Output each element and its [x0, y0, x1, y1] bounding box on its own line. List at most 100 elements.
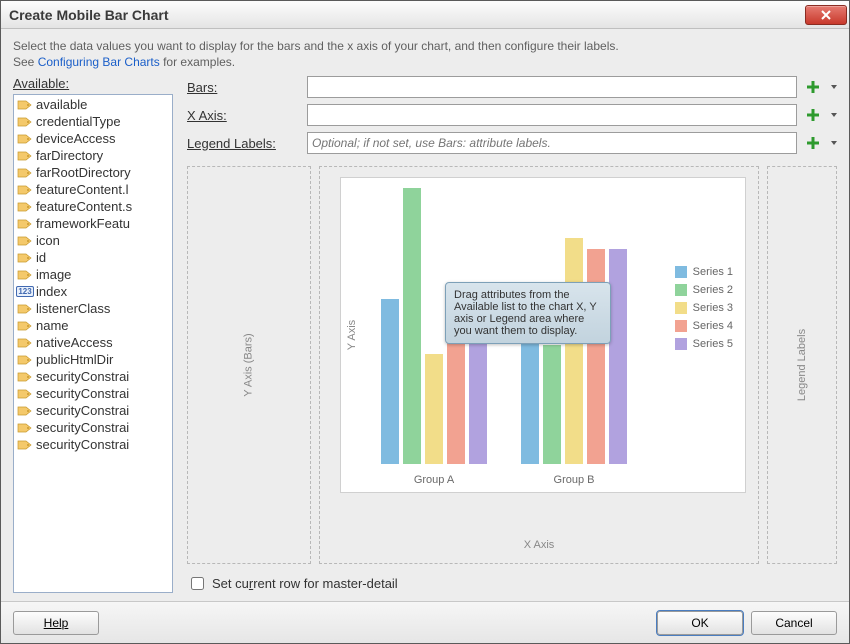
bars-row: Bars:	[187, 76, 837, 98]
list-item[interactable]: available	[14, 96, 172, 113]
legend-item: Series 4	[675, 320, 733, 332]
available-panel: Available: availablecredentialTypedevice…	[13, 76, 173, 593]
list-item-label: icon	[36, 233, 60, 248]
list-item-label: nativeAccess	[36, 335, 113, 350]
list-item[interactable]: securityConstrai	[14, 436, 172, 453]
dialog-footer: Help OK Cancel	[1, 601, 849, 643]
chart-dropzone[interactable]: Y Axis Group AGroup B Series 1Series 2Se…	[319, 166, 759, 564]
number-icon: 123	[17, 285, 33, 299]
chevron-down-icon[interactable]	[831, 141, 837, 145]
tag-icon	[17, 353, 33, 367]
legend-add-button[interactable]	[803, 133, 823, 153]
bar	[447, 340, 465, 464]
xaxis-label: X Axis:	[187, 108, 301, 123]
xaxis-add-button[interactable]	[803, 105, 823, 125]
list-item[interactable]: name	[14, 317, 172, 334]
legend-item: Series 5	[675, 338, 733, 350]
legend-swatch	[675, 266, 687, 278]
legend-text: Series 5	[693, 338, 733, 350]
list-item-label: publicHtmlDir	[36, 352, 113, 367]
bars-input[interactable]	[307, 76, 797, 98]
legend-swatch	[675, 320, 687, 332]
legend-swatch	[675, 302, 687, 314]
group-label: Group B	[521, 474, 627, 486]
preview-area: Y Axis (Bars) Y Axis Group A Group B Seri…	[187, 166, 837, 564]
close-icon	[820, 9, 832, 21]
bar	[403, 188, 421, 464]
available-listbox[interactable]: availablecredentialTypedeviceAccessfarDi…	[13, 94, 173, 593]
legend-swatch	[675, 338, 687, 350]
legend-input[interactable]	[307, 132, 797, 154]
list-item-label: securityConstrai	[36, 403, 129, 418]
description-line1: Select the data values you want to displ…	[13, 39, 837, 55]
list-item[interactable]: id	[14, 249, 172, 266]
list-item[interactable]: 123index	[14, 283, 172, 300]
list-item-label: listenerClass	[36, 301, 110, 316]
plus-icon	[805, 107, 821, 123]
list-item-label: name	[36, 318, 69, 333]
list-item-label: frameworkFeatu	[36, 216, 130, 231]
legend-text: Series 1	[693, 266, 733, 278]
list-item-label: index	[36, 284, 67, 299]
list-item[interactable]: securityConstrai	[14, 419, 172, 436]
ok-button[interactable]: OK	[657, 611, 743, 635]
legend-item: Series 2	[675, 284, 733, 296]
list-item-label: available	[36, 97, 87, 112]
close-button[interactable]	[805, 5, 847, 25]
titlebar[interactable]: Create Mobile Bar Chart	[1, 1, 849, 29]
list-item[interactable]: featureContent.s	[14, 198, 172, 215]
list-item[interactable]: securityConstrai	[14, 402, 172, 419]
ybars-dropzone[interactable]: Y Axis (Bars)	[187, 166, 311, 564]
tag-icon	[17, 115, 33, 129]
list-item[interactable]: deviceAccess	[14, 130, 172, 147]
chart-legend: Series 1 Series 2 Series 3 Series 4 Series 5	[675, 266, 733, 350]
legend-zone-label: Legend Labels	[796, 329, 808, 401]
list-item[interactable]: credentialType	[14, 113, 172, 130]
list-item-label: featureContent.l	[36, 182, 129, 197]
bar	[587, 249, 605, 464]
cancel-button[interactable]: Cancel	[751, 611, 837, 635]
list-item[interactable]: nativeAccess	[14, 334, 172, 351]
bar	[565, 238, 583, 464]
tag-icon	[17, 166, 33, 180]
legend-row: Legend Labels:	[187, 132, 837, 154]
list-item-label: image	[36, 267, 71, 282]
tag-icon	[17, 336, 33, 350]
legend-dropzone[interactable]: Legend Labels	[767, 166, 837, 564]
list-item[interactable]: image	[14, 266, 172, 283]
legend-text: Series 4	[693, 320, 733, 332]
help-button[interactable]: Help	[13, 611, 99, 635]
tag-icon	[17, 387, 33, 401]
plus-icon	[805, 135, 821, 151]
legend-swatch	[675, 284, 687, 296]
chevron-down-icon[interactable]	[831, 113, 837, 117]
available-header: Available:	[13, 76, 173, 91]
list-item[interactable]: featureContent.l	[14, 181, 172, 198]
tag-icon	[17, 132, 33, 146]
tag-icon	[17, 319, 33, 333]
list-item[interactable]: securityConstrai	[14, 385, 172, 402]
tag-icon	[17, 183, 33, 197]
master-detail-checkbox[interactable]	[191, 577, 204, 590]
yaxis-label: Y Axis	[346, 320, 358, 350]
bars-add-button[interactable]	[803, 77, 823, 97]
list-item[interactable]: frameworkFeatu	[14, 215, 172, 232]
list-item-label: farRootDirectory	[36, 165, 131, 180]
xaxis-input[interactable]	[307, 104, 797, 126]
list-item[interactable]: farDirectory	[14, 147, 172, 164]
group-label: Group A	[381, 474, 487, 486]
list-item[interactable]: icon	[14, 232, 172, 249]
list-item-label: securityConstrai	[36, 386, 129, 401]
legend-item: Series 1	[675, 266, 733, 278]
list-item[interactable]: securityConstrai	[14, 368, 172, 385]
config-link[interactable]: Configuring Bar Charts	[38, 55, 160, 69]
tag-icon	[17, 268, 33, 282]
window-title: Create Mobile Bar Chart	[9, 7, 805, 23]
legend-text: Series 3	[693, 302, 733, 314]
xaxis-dropzone[interactable]: X Axis	[320, 527, 758, 563]
list-item[interactable]: farRootDirectory	[14, 164, 172, 181]
list-item[interactable]: listenerClass	[14, 300, 172, 317]
chevron-down-icon[interactable]	[831, 85, 837, 89]
list-item[interactable]: publicHtmlDir	[14, 351, 172, 368]
bar	[543, 345, 561, 464]
